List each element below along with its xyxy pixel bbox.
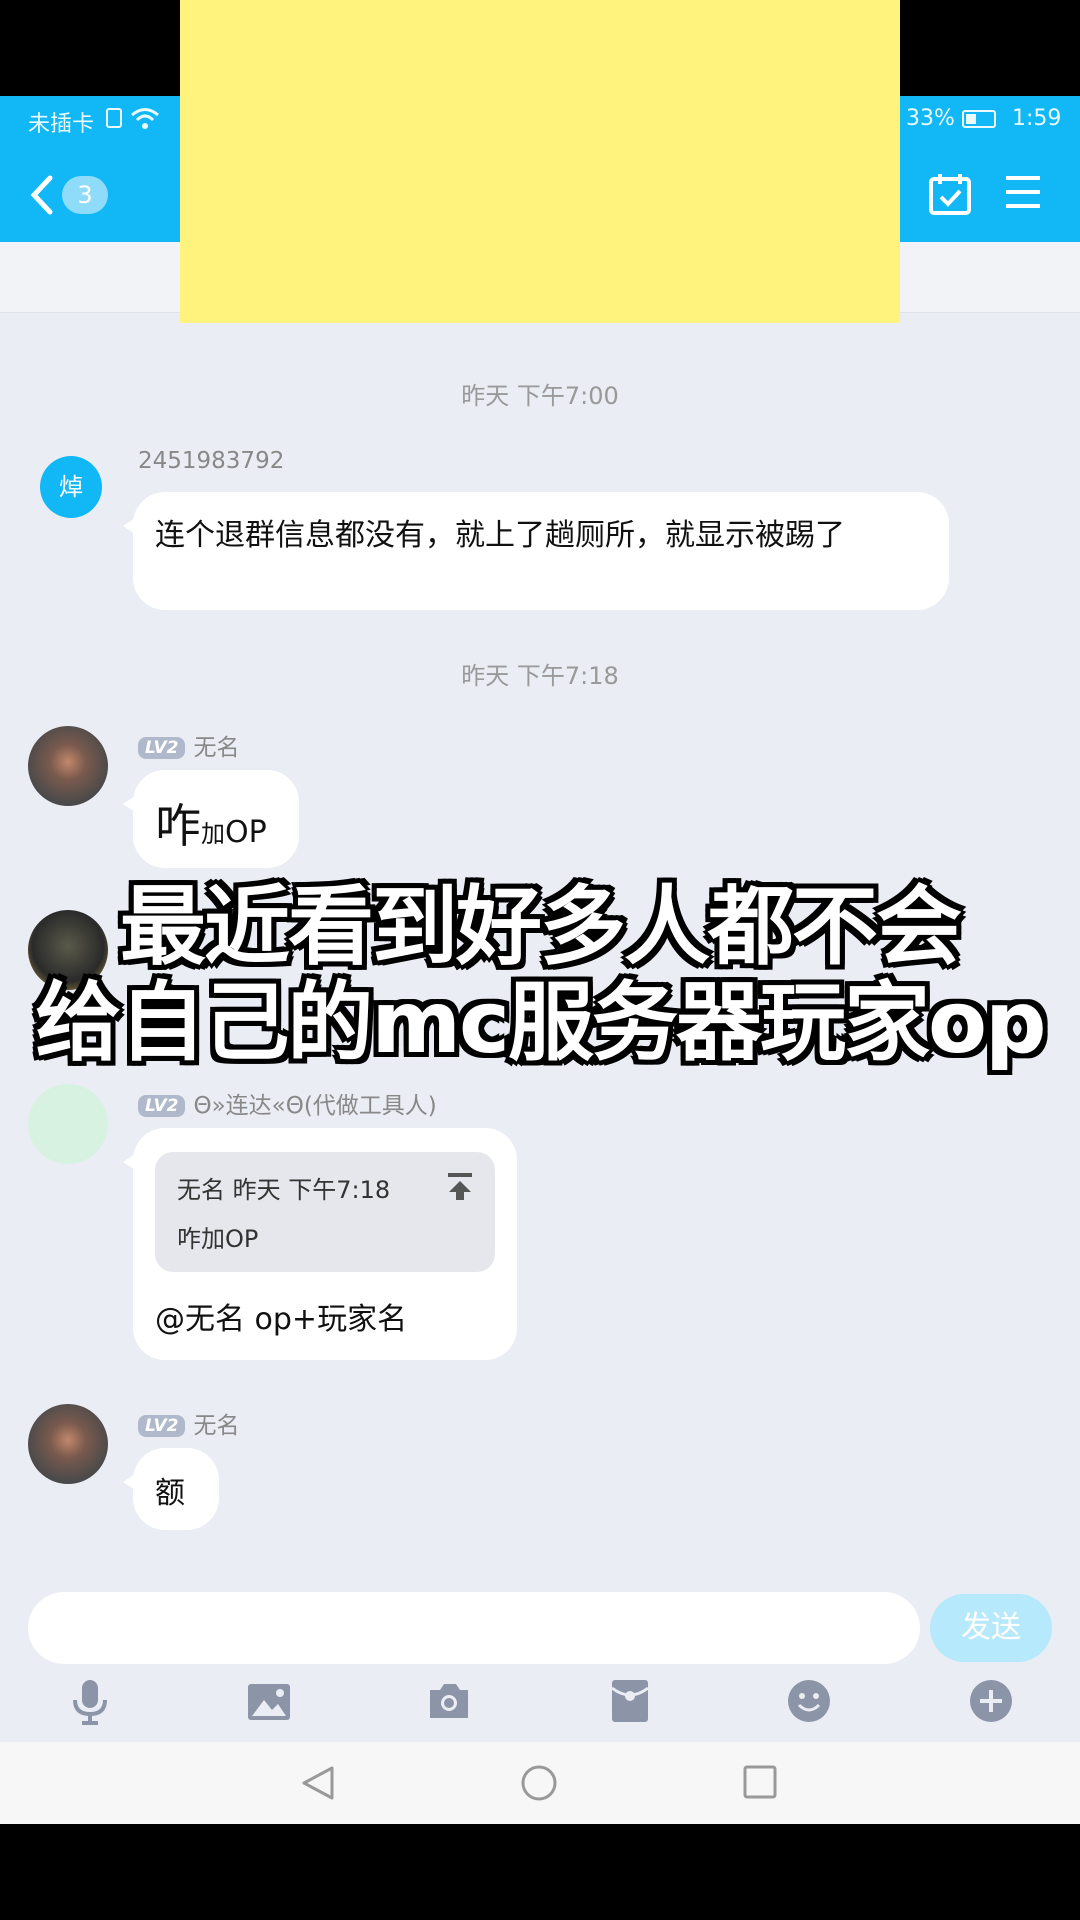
camera-icon[interactable] [426, 1680, 472, 1722]
quoted-message[interactable]: 无名 昨天 下午7:18 咋加OP [155, 1152, 495, 1272]
battery-percent: 33% [906, 106, 955, 131]
avatar[interactable]: 焯 [40, 456, 102, 518]
message-text-big: 咋 [155, 799, 201, 853]
message-text-tail: OP [225, 815, 267, 850]
wifi-icon [131, 108, 159, 129]
unread-badge: 3 [62, 176, 108, 214]
sender-name: 2451983792 [138, 448, 285, 474]
quote-header: 无名 昨天 下午7:18 [177, 1176, 391, 1204]
timestamp: 昨天 下午7:18 [461, 662, 619, 690]
input-toolbar [0, 1664, 1080, 1742]
red-packet-icon[interactable] [610, 1678, 650, 1724]
sender-name: LV2 无名 [138, 728, 239, 762]
message-text: 额 [155, 1476, 185, 1511]
system-nav-bar [0, 1742, 1080, 1824]
chat-screen: 未插卡 33% 1:59 3 无名加入了本群，点击欢迎 [0, 96, 1080, 1824]
image-icon[interactable] [246, 1682, 292, 1722]
avatar[interactable] [28, 726, 108, 806]
quote-text: 咋加OP [177, 1225, 259, 1253]
chevron-left-icon [30, 175, 53, 215]
message-bubble[interactable]: 咋加OP [123, 770, 299, 868]
jump-to-top-icon[interactable] [445, 1172, 475, 1202]
caption-line-2: 给自己的mc服务器玩家op [35, 973, 1046, 1073]
recents-square-icon[interactable] [742, 1764, 778, 1800]
message-text: @无名 op+玩家名 [155, 1302, 408, 1337]
microphone-icon[interactable] [70, 1678, 110, 1726]
sender-name: LV2 无名 [138, 1406, 239, 1440]
home-circle-icon[interactable] [520, 1764, 558, 1802]
timestamp: 昨天 下午7:00 [461, 382, 619, 410]
sim-icon [106, 108, 122, 128]
calendar-icon[interactable] [928, 172, 972, 216]
message-bubble[interactable]: 连个退群信息都没有，就上了趟厕所，就显示被踢了 [123, 492, 949, 610]
back-button[interactable]: 3 [28, 170, 118, 220]
level-badge: LV2 [138, 1095, 186, 1117]
plus-icon[interactable] [968, 1678, 1014, 1724]
redaction-overlay [180, 0, 900, 323]
input-bar: 发送 [0, 1574, 1080, 1664]
message-bubble[interactable]: 额 [123, 1448, 219, 1530]
message-input[interactable] [28, 1592, 920, 1664]
message-text-small: 加 [201, 820, 225, 848]
back-triangle-icon[interactable] [300, 1764, 336, 1802]
level-badge: LV2 [138, 1415, 186, 1437]
avatar[interactable] [28, 1404, 108, 1484]
carrier-label: 未插卡 [28, 112, 95, 137]
message-text: 连个退群信息都没有，就上了趟厕所，就显示被踢了 [155, 518, 845, 553]
clock: 1:59 [1012, 106, 1062, 131]
send-button[interactable]: 发送 [930, 1594, 1052, 1662]
level-badge: LV2 [138, 737, 186, 759]
battery-icon [962, 110, 996, 128]
menu-icon[interactable] [1004, 174, 1042, 210]
message-bubble[interactable]: 无名 昨天 下午7:18 咋加OP @无名 op+玩家名 [123, 1128, 517, 1360]
emoji-icon[interactable] [786, 1678, 832, 1724]
sender-name: LV2 Θ»连达«Θ(代做工具人) [138, 1086, 437, 1120]
avatar[interactable] [28, 1084, 108, 1164]
